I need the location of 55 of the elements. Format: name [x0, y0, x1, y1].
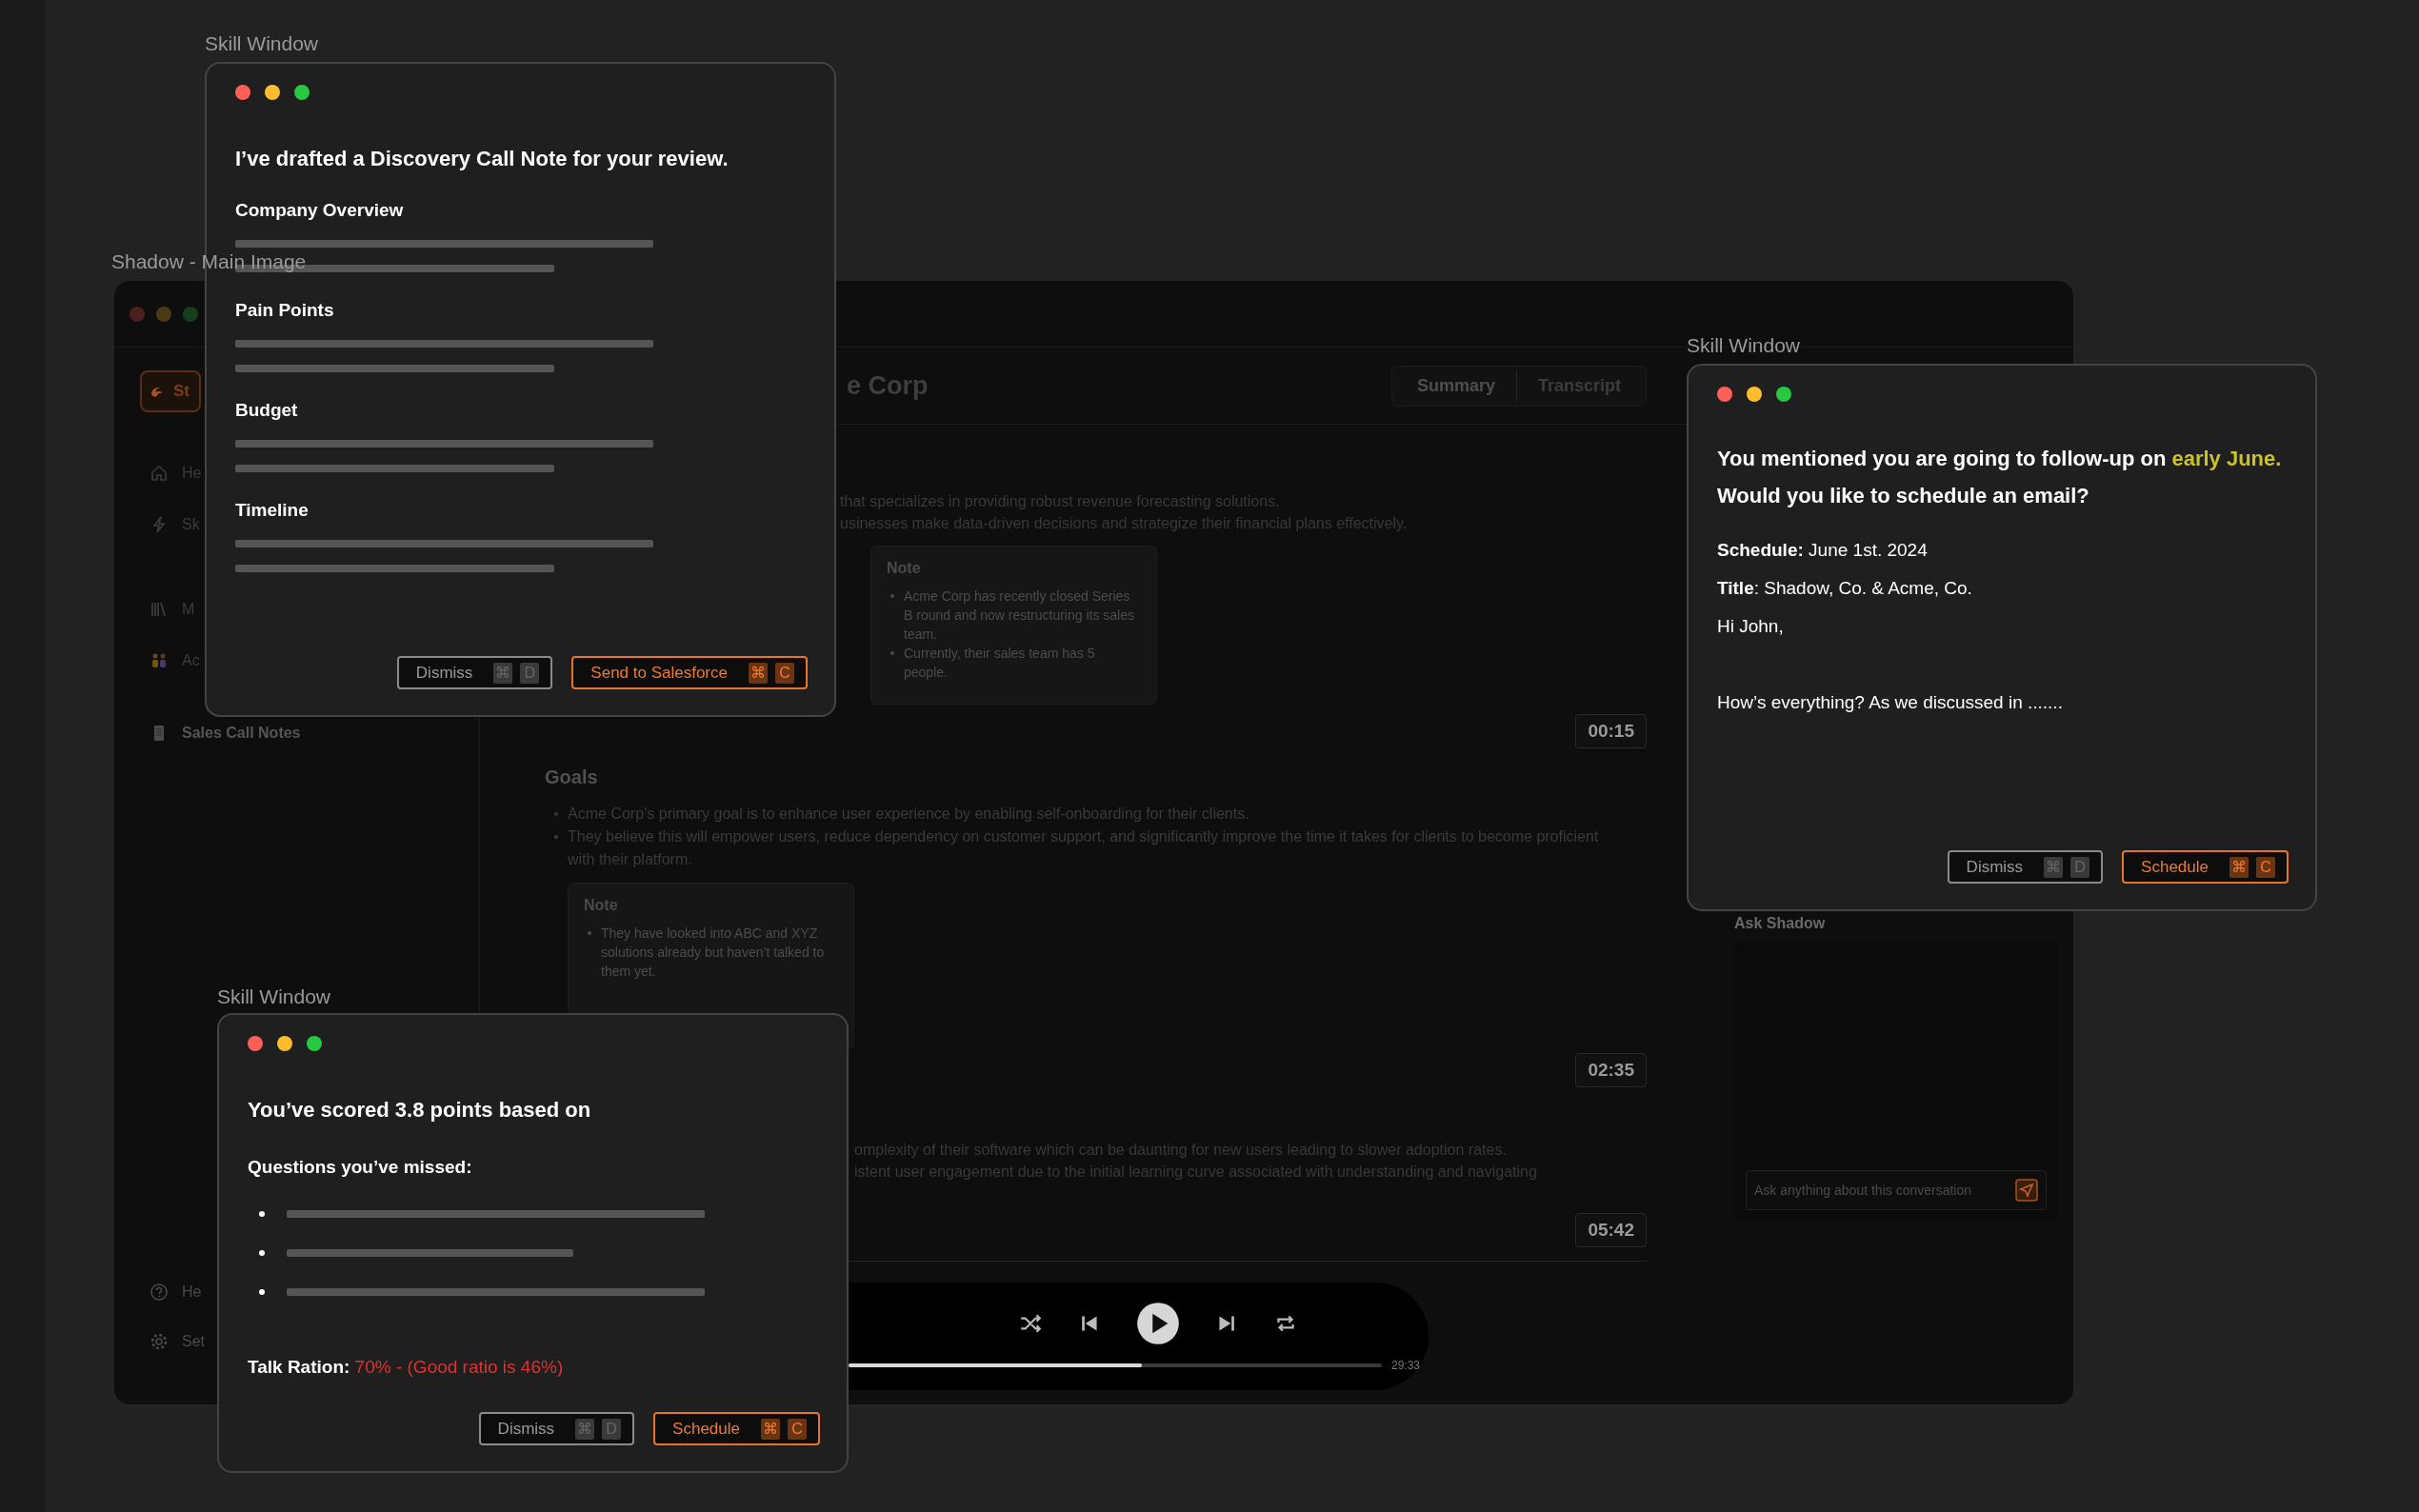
minimize-dot[interactable] [1747, 387, 1762, 402]
window-title: Skill Window [217, 985, 331, 1008]
settings-icon [150, 1332, 169, 1351]
send-icon[interactable] [2015, 1179, 2038, 1202]
window-title: Skill Window [205, 32, 319, 55]
window-heading: I’ve drafted a Discovery Call Note for your review. [235, 146, 730, 172]
minimize-dot[interactable] [277, 1036, 292, 1051]
help-icon [150, 1283, 169, 1302]
panel-title: Ask Shadow [1734, 915, 1827, 932]
maximize-dot[interactable] [183, 306, 198, 322]
home-icon [150, 464, 169, 483]
email-field: Title: Shadow, Co. & Acme, Co. [1717, 569, 2289, 607]
bullet-icon [259, 1211, 265, 1217]
timestamp[interactable]: 00:15 [1575, 714, 1647, 748]
email-greeting: Hi John, [1717, 615, 1785, 638]
close-dot[interactable] [248, 1036, 263, 1051]
confirm-button[interactable]: Send to Salesforce ⌘ C [571, 656, 808, 689]
close-dot[interactable] [130, 306, 145, 322]
bullet-icon [259, 1250, 265, 1256]
talk-ratio: Talk Ration: 70% - (Good ratio is 46%) [248, 1357, 565, 1378]
close-dot[interactable] [235, 85, 250, 100]
section-heading: Budget [235, 399, 299, 422]
timestamp[interactable]: 05:42 [1575, 1213, 1647, 1247]
start-button[interactable]: St [140, 370, 201, 412]
timestamp[interactable]: 02:35 [1575, 1053, 1647, 1087]
window-title: Shadow - Main Image [111, 250, 307, 273]
section-heading: Timeline [235, 499, 310, 522]
confirm-button[interactable]: Schedule ⌘ C [653, 1412, 820, 1445]
tab[interactable]: Summary [1395, 369, 1517, 402]
confirm-button[interactable]: Schedule ⌘ C [2122, 850, 2289, 884]
books-icon [150, 600, 169, 619]
email-field: Schedule: June 1st. 2024 [1717, 531, 2289, 569]
section-heading: Questions you’ve missed: [248, 1156, 473, 1179]
window-title: Skill Window [1687, 334, 1801, 357]
maximize-dot[interactable] [294, 85, 310, 100]
section-heading: Company Overview [235, 199, 405, 222]
sidebar-item[interactable]: Set [140, 1328, 205, 1355]
progress-track[interactable] [849, 1363, 1382, 1367]
play-button[interactable] [1136, 1301, 1180, 1345]
people-icon [150, 651, 169, 670]
window-heading: You mentioned you are going to follow-up on early June. Would you like to schedule an email? [1717, 446, 2283, 509]
sidebar-item[interactable]: Sales Call Notes [140, 720, 301, 746]
minimize-dot[interactable] [156, 306, 171, 322]
maximize-dot[interactable] [307, 1036, 322, 1051]
bullet-icon [259, 1289, 265, 1295]
minimize-dot[interactable] [265, 85, 280, 100]
window-heading: You’ve scored 3.8 points based on [248, 1097, 592, 1124]
maximize-dot[interactable] [1776, 387, 1791, 402]
sidebar-item[interactable]: He [140, 1279, 202, 1305]
email-body: How’s everything? As we discussed in ....... [1717, 691, 2064, 714]
chat-input[interactable]: Ask anything about this conversation [1746, 1170, 2047, 1210]
duration: 29:33 [1391, 1358, 1420, 1372]
close-dot[interactable] [1717, 387, 1732, 402]
section-heading: Pain Points [235, 299, 335, 322]
section-heading: Goals [545, 766, 599, 788]
